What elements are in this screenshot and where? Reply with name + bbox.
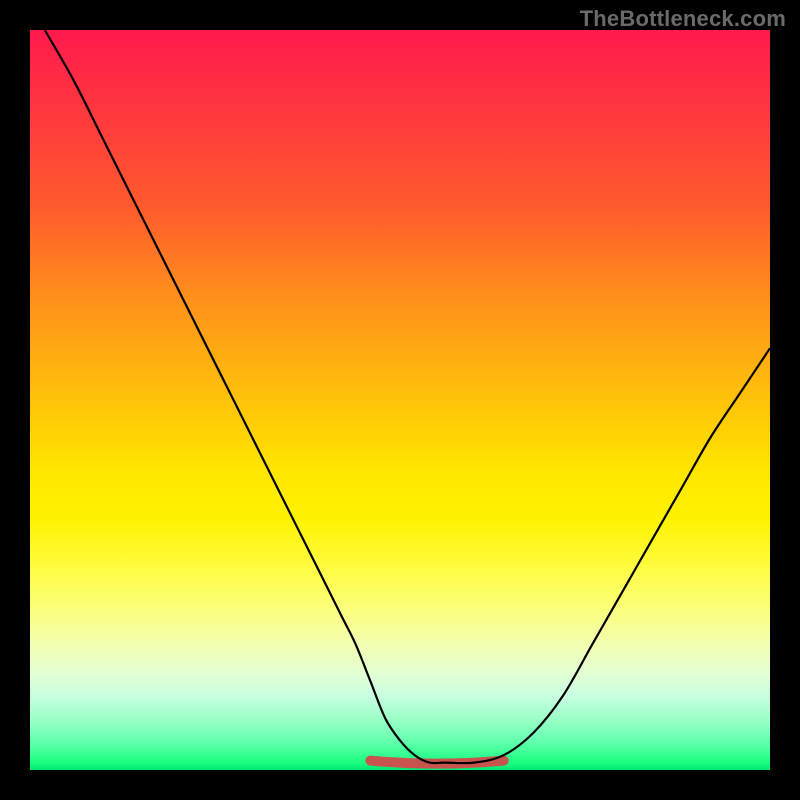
plot-area — [30, 30, 770, 770]
bottleneck-curve — [45, 30, 770, 763]
watermark-text: TheBottleneck.com — [580, 6, 786, 32]
chart-frame: TheBottleneck.com — [0, 0, 800, 800]
curve-svg — [30, 30, 770, 770]
